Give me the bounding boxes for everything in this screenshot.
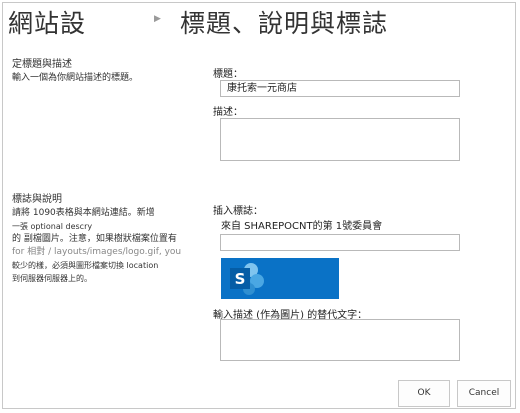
logo-desc-line: 一張 optional descry [12,222,93,231]
logo-desc-line: for 相對 / layouts/images/logo.gif, you [12,247,182,257]
logo-desc-line: 到伺服器伺服器上的。 [12,274,92,283]
logo-url-input[interactable] [220,234,460,251]
title-section-description: 輸入一個為你網站描述的標題。 [12,73,139,83]
alt-text-textarea[interactable] [220,319,460,361]
title-section-heading: 定標題與描述 [12,59,72,70]
logo-section-description: 請將 1090表格與本網站連結。新增 一張 optional descry 的 … [12,207,207,285]
logo-desc-line: 較少的樣，必須與圖形檔案切換 location [12,261,159,270]
logo-section-heading: 標誌與說明 [12,194,62,205]
title-input[interactable]: 康托索一元商店 [220,80,460,97]
title-label: 標題： [213,69,243,80]
from-sharepoint-link[interactable]: 來自 SHAREPOCNT的第 1號委員會 [221,217,382,232]
site-settings-breadcrumb-link[interactable]: 網站設 [8,4,86,40]
cancel-button[interactable]: Cancel [457,380,511,407]
breadcrumb-arrow-icon: ▶ [154,14,161,24]
page-header: 網站設 ▶ 標題、說明與標誌 [8,4,508,44]
sharepoint-logo-icon: S [221,258,339,299]
logo-desc-line: 請將 1090表格與本網站連結。新增 [12,208,155,218]
description-textarea[interactable] [220,118,460,161]
page-title: 標題、說明與標誌 [180,9,389,38]
logo-desc-line: 的 副檔圖片。注意，如果樹狀檔案位置有 [12,234,177,244]
svg-text:S: S [235,270,246,288]
insert-logo-label: 插入標誌： [213,206,263,217]
description-label: 描述： [213,107,243,118]
ok-button[interactable]: OK [398,380,450,407]
